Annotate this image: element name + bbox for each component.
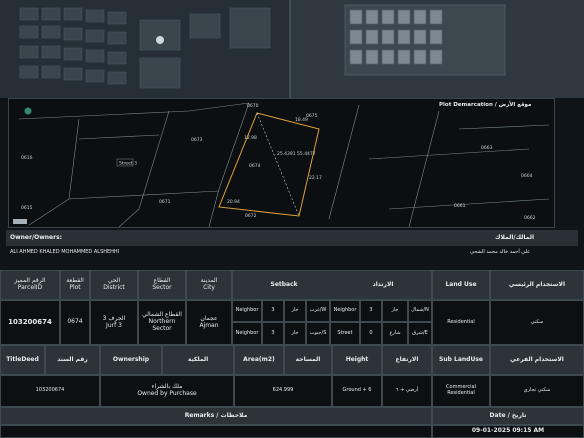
- north-arrow-icon: [24, 107, 32, 115]
- header-sub-land-use: Sub LandUse: [432, 345, 490, 375]
- plot-value: 0674: [60, 300, 90, 345]
- header-ownership: Ownership: [100, 345, 162, 375]
- setback-value: 3: [262, 322, 284, 345]
- setback-type-ar: جار: [382, 300, 408, 322]
- date-value: 09-01-2025 09:15 AM: [432, 425, 584, 438]
- svg-text:0664: 0664: [521, 173, 533, 179]
- date-header: Date / تاريخ: [432, 407, 584, 425]
- setback-direction: شرق/E: [408, 322, 432, 345]
- header-title-deed: TitleDeed: [0, 345, 45, 375]
- header-area-ar: المساحة: [284, 345, 332, 375]
- setback-value: 3: [262, 300, 284, 322]
- header-parcel-id: الرقم المميز ParcelID: [0, 270, 60, 300]
- district-value: الجرف 3 Jurf 3: [90, 300, 138, 345]
- setback-type: Neighbor: [232, 300, 262, 322]
- plot-demarcation-map: 0670 0673 0674 0675 0671 0672 0663 0664 …: [8, 98, 555, 228]
- owners-label-ar: المالك/الملاك: [495, 234, 535, 241]
- land-use-value: Residential: [432, 300, 490, 345]
- setback-direction: شمال/N: [408, 300, 432, 322]
- overview-maps: [0, 0, 584, 98]
- setback-type: Neighbor: [330, 300, 360, 322]
- setback-type-ar: جار: [284, 300, 306, 322]
- setback-value: 0: [360, 322, 382, 345]
- header-city: المدينة City: [186, 270, 232, 300]
- area-value: 624.999: [234, 375, 332, 407]
- header-setback: Setback الارتداد: [232, 270, 432, 300]
- svg-text:18.49: 18.49: [295, 117, 308, 123]
- sector-value: القطاع الشمالي Northern Sector: [138, 300, 186, 345]
- header-land-use-ar: الاستخدام الرئيسي: [490, 270, 584, 300]
- sub-land-use-value: Commercial Residential: [432, 375, 490, 407]
- city-value: عجمان Ajman: [186, 300, 232, 345]
- owner-name-en: ALI AHMED KHALED MOHAMMED ALSHEHHI: [10, 249, 120, 255]
- svg-text:20.94: 20.94: [227, 199, 240, 205]
- plot-demarcation-title: Plot Demarcation / موقع الأرض: [439, 102, 532, 108]
- header-height: Height: [332, 345, 382, 375]
- setback-type: Street: [330, 322, 360, 345]
- owner-name-ar: علي أحمد خالد محمد الشحي: [470, 249, 531, 255]
- setback-type: Neighbor: [232, 322, 262, 345]
- plot-demarcation-graphic: 0670 0673 0674 0675 0671 0672 0663 0664 …: [13, 102, 550, 227]
- svg-text:0673: 0673: [191, 137, 203, 143]
- remarks-header: Remarks / ملاحظات: [0, 407, 432, 425]
- svg-text:0671: 0671: [159, 199, 171, 205]
- parcel-id-value: 103200674: [0, 300, 60, 345]
- header-sector: القطاع Sector: [138, 270, 186, 300]
- remarks-value: [0, 425, 432, 438]
- svg-text:22.17: 22.17: [309, 175, 322, 181]
- svg-text:0670: 0670: [247, 103, 259, 109]
- height-value-ar: أرضي + ٦: [382, 375, 432, 407]
- height-value: Ground + 6: [332, 375, 382, 407]
- setback-type-ar: جار: [284, 322, 306, 345]
- header-sub-land-use-ar: الاستخدام الفرعي: [490, 345, 584, 375]
- svg-text:Street 3: Street 3: [119, 161, 137, 167]
- header-title-deed-ar: رقم السند: [45, 345, 100, 375]
- title-deed-value: 103200674: [0, 375, 100, 407]
- header-land-use: Land Use: [432, 270, 490, 300]
- svg-text:0616: 0616: [21, 155, 33, 161]
- owners-header: [6, 230, 578, 246]
- svg-text:0672: 0672: [245, 213, 257, 219]
- svg-text:0674: 0674: [249, 163, 261, 169]
- header-area: Area(m2): [234, 345, 284, 375]
- svg-text:12.98: 12.98: [244, 135, 257, 141]
- svg-text:0661: 0661: [454, 203, 466, 209]
- sub-land-use-value-ar: سكني تجاري: [490, 375, 584, 407]
- header-ownership-ar: الملكية: [162, 345, 234, 375]
- svg-text:25.4391 55.4477: 25.4391 55.4477: [277, 151, 316, 157]
- svg-text:0615: 0615: [21, 205, 33, 211]
- land-use-value-ar: سكني: [490, 300, 584, 345]
- setback-direction: جنوب/S: [306, 322, 330, 345]
- header-plot: القطعة Plot: [60, 270, 90, 300]
- setback-type-ar: شارع: [382, 322, 408, 345]
- ownership-value: ملك بالشراء Owned by Purchase: [100, 375, 234, 407]
- setback-value: 3: [360, 300, 382, 322]
- svg-text:0663: 0663: [481, 145, 493, 151]
- owners-label-en: Owner/Owners:: [10, 234, 63, 241]
- svg-text:0662: 0662: [524, 215, 536, 221]
- header-height-ar: الارتفاع: [382, 345, 432, 375]
- setback-direction: غرب/W: [306, 300, 330, 322]
- header-district: الحي District: [90, 270, 138, 300]
- overview-map-graphic: [0, 0, 584, 98]
